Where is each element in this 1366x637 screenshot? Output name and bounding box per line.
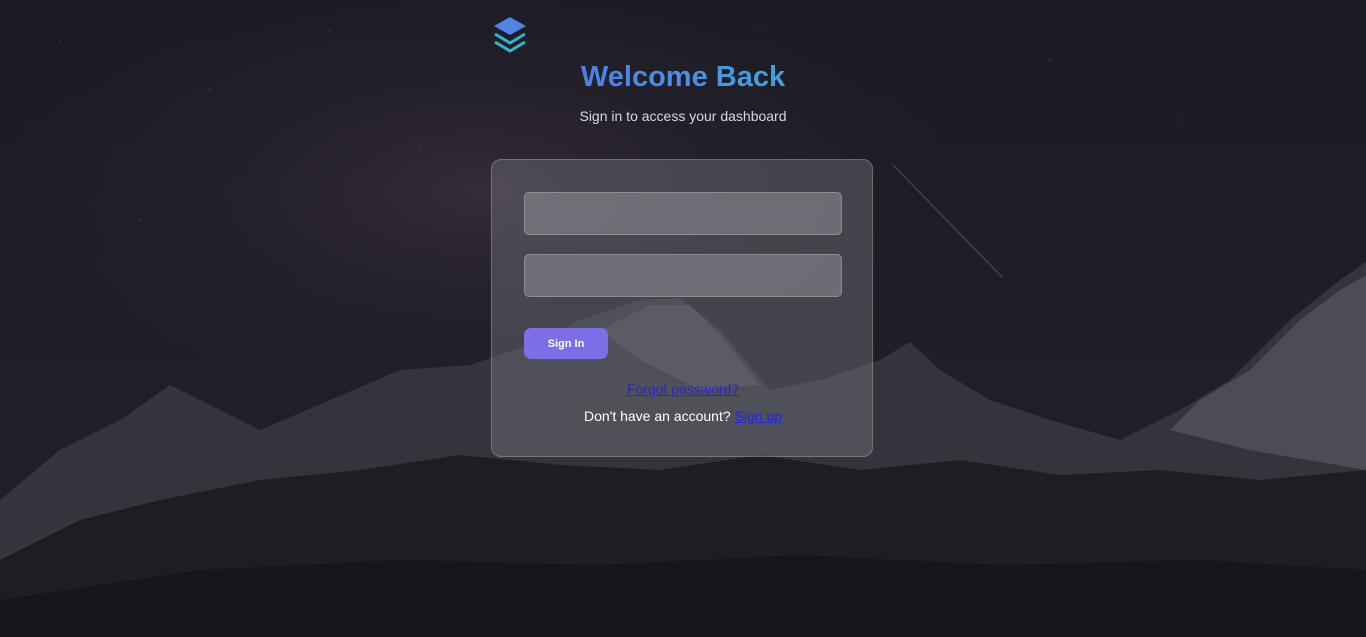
signup-row: Don't have an account? Sign up [492,408,874,425]
password-input[interactable] [524,254,842,297]
sign-in-button[interactable]: Sign In [524,328,608,359]
page-subtitle: Sign in to access your dashboard [579,108,787,124]
sign-up-link[interactable]: Sign up [735,408,782,424]
login-card: Sign In Forgot password? Don't have an a… [491,159,873,457]
username-input[interactable] [524,192,842,235]
forgot-password-row: Forgot password? [492,381,874,398]
page-title: Welcome Back [0,58,1366,96]
forgot-password-link[interactable]: Forgot password? [627,381,739,397]
layers-stack-icon [494,17,526,53]
signup-prompt: Don't have an account? [583,408,735,424]
page-title-text: Welcome Back [580,61,786,93]
